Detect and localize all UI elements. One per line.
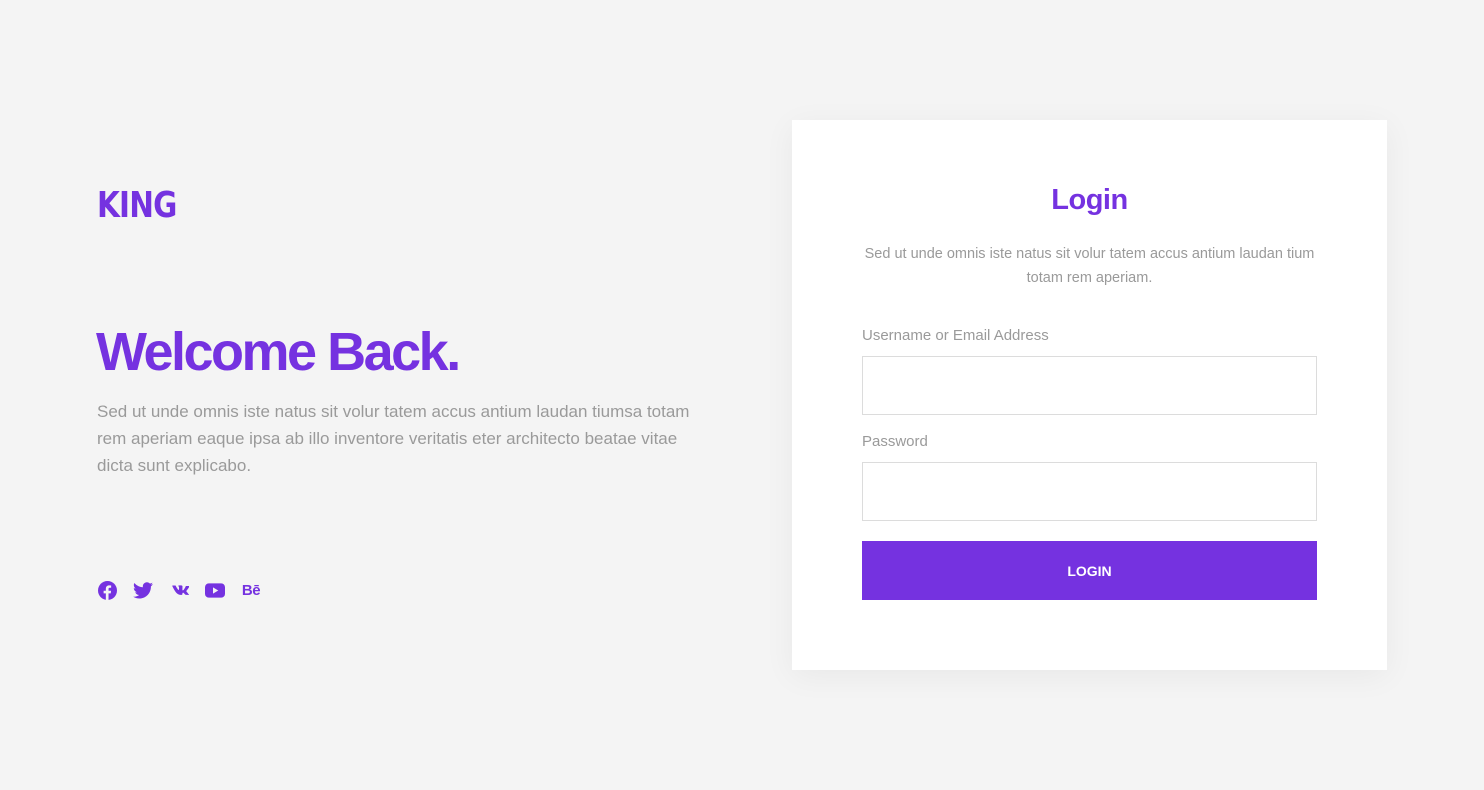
youtube-icon[interactable] (205, 580, 225, 600)
intro-text: Sed ut unde omnis iste natus sit volur t… (97, 402, 690, 475)
login-title: Login (1051, 184, 1128, 216)
logo[interactable]: KING (97, 188, 177, 224)
behance-icon[interactable]: Bē (241, 580, 261, 600)
login-button[interactable]: LOGIN (862, 541, 1317, 600)
login-page: KING Welcome Back. Sed ut unde omnis ist… (0, 0, 1484, 790)
login-subtitle: Sed ut unde omnis iste natus sit volur t… (864, 246, 1315, 286)
vk-icon[interactable] (169, 580, 189, 600)
username-input[interactable] (862, 356, 1317, 415)
social-links: Bē (97, 580, 261, 600)
facebook-icon[interactable] (97, 580, 117, 600)
page-headline: Welcome Back. (96, 322, 461, 382)
password-input[interactable] (862, 462, 1317, 521)
username-label: Username or Email Address (862, 327, 1049, 344)
password-label: Password (862, 433, 928, 450)
twitter-icon[interactable] (133, 580, 153, 600)
behance-label: Bē (241, 581, 261, 599)
